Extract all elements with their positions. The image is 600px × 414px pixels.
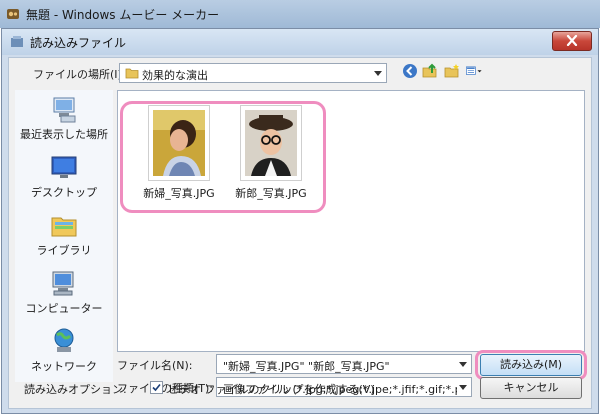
- app-title: 無題 - Windows ムービー メーカー: [26, 8, 220, 22]
- file-list[interactable]: 新婦_写真.JPG 新郎_写真.JPG: [117, 90, 585, 352]
- chevron-down-icon[interactable]: [459, 385, 467, 390]
- close-button[interactable]: [552, 31, 592, 51]
- place-label-computer: コンピューター: [25, 302, 103, 315]
- back-icon[interactable]: [401, 62, 419, 80]
- place-recent[interactable]: 最近表示した場所: [15, 90, 113, 152]
- location-label: ファイルの場所(I):: [33, 68, 126, 81]
- app-window: 無題 - Windows ムービー メーカー 読み込みファイル ファイルの場所(…: [0, 0, 600, 414]
- place-desktop[interactable]: デスクトップ: [15, 148, 113, 210]
- filename-value: "新婦_写真.JPG" "新郎_写真.JPG": [223, 360, 390, 373]
- dialog-icon: [11, 36, 23, 47]
- open-button[interactable]: 読み込み(M): [480, 354, 582, 376]
- chevron-down-icon[interactable]: [374, 71, 382, 76]
- create-clips-checkbox[interactable]: [150, 381, 163, 394]
- open-file-dialog: 読み込みファイル ファイルの場所(I): 効果的な演出 最近表示した場所 デスク…: [1, 28, 599, 414]
- location-value: 効果的な演出: [142, 69, 208, 82]
- chevron-down-icon[interactable]: [459, 362, 467, 367]
- movie-maker-icon: [7, 9, 19, 19]
- desktop-icon: [51, 156, 77, 178]
- recent-places-icon: [53, 97, 76, 123]
- folder-icon: [125, 68, 139, 79]
- places-bar: 最近表示した場所 デスクトップ ライブラリ コンピューター ネットワーク: [15, 90, 113, 382]
- location-combo[interactable]: 効果的な演出: [119, 63, 387, 83]
- up-folder-icon[interactable]: [421, 62, 439, 80]
- file-name-bride[interactable]: 新婦_写真.JPG: [134, 185, 224, 201]
- dialog-body: ファイルの場所(I): 効果的な演出 最近表示した場所 デスクトップ ライブラリ…: [8, 57, 592, 409]
- import-options-label: 読み込みオプション:: [24, 383, 127, 396]
- filename-input[interactable]: "新婦_写真.JPG" "新郎_写真.JPG": [216, 354, 472, 374]
- checkmark-icon: [152, 383, 161, 392]
- place-label-network: ネットワーク: [31, 360, 97, 373]
- filename-label: ファイル名(N):: [117, 359, 193, 372]
- create-clips-label[interactable]: ビデオ ファイルのクリップを作成する(V): [168, 381, 375, 397]
- file-name-groom[interactable]: 新郎_写真.JPG: [226, 185, 316, 201]
- cancel-button[interactable]: キャンセル: [480, 377, 582, 399]
- bride-photo-thumbnail: [153, 110, 205, 176]
- place-computer[interactable]: コンピューター: [15, 264, 113, 326]
- dialog-title: 読み込みファイル: [30, 36, 127, 50]
- place-library[interactable]: ライブラリ: [15, 206, 113, 268]
- library-icon: [51, 217, 77, 237]
- network-icon: [54, 328, 74, 352]
- place-label-library: ライブラリ: [36, 244, 92, 257]
- place-network[interactable]: ネットワーク: [15, 322, 113, 384]
- place-label-recent: 最近表示した場所: [20, 128, 108, 141]
- close-icon: [566, 35, 578, 46]
- dialog-titlebar[interactable]: 読み込みファイル: [2, 29, 598, 55]
- file-thumbnail-bride[interactable]: [148, 105, 210, 181]
- groom-photo-thumbnail: [245, 110, 297, 176]
- new-folder-icon[interactable]: [443, 62, 461, 80]
- view-menu-icon[interactable]: [465, 62, 483, 80]
- app-titlebar: 無題 - Windows ムービー メーカー: [0, 0, 600, 28]
- computer-icon: [52, 271, 74, 296]
- place-label-desktop: デスクトップ: [31, 186, 97, 199]
- file-thumbnail-groom[interactable]: [240, 105, 302, 181]
